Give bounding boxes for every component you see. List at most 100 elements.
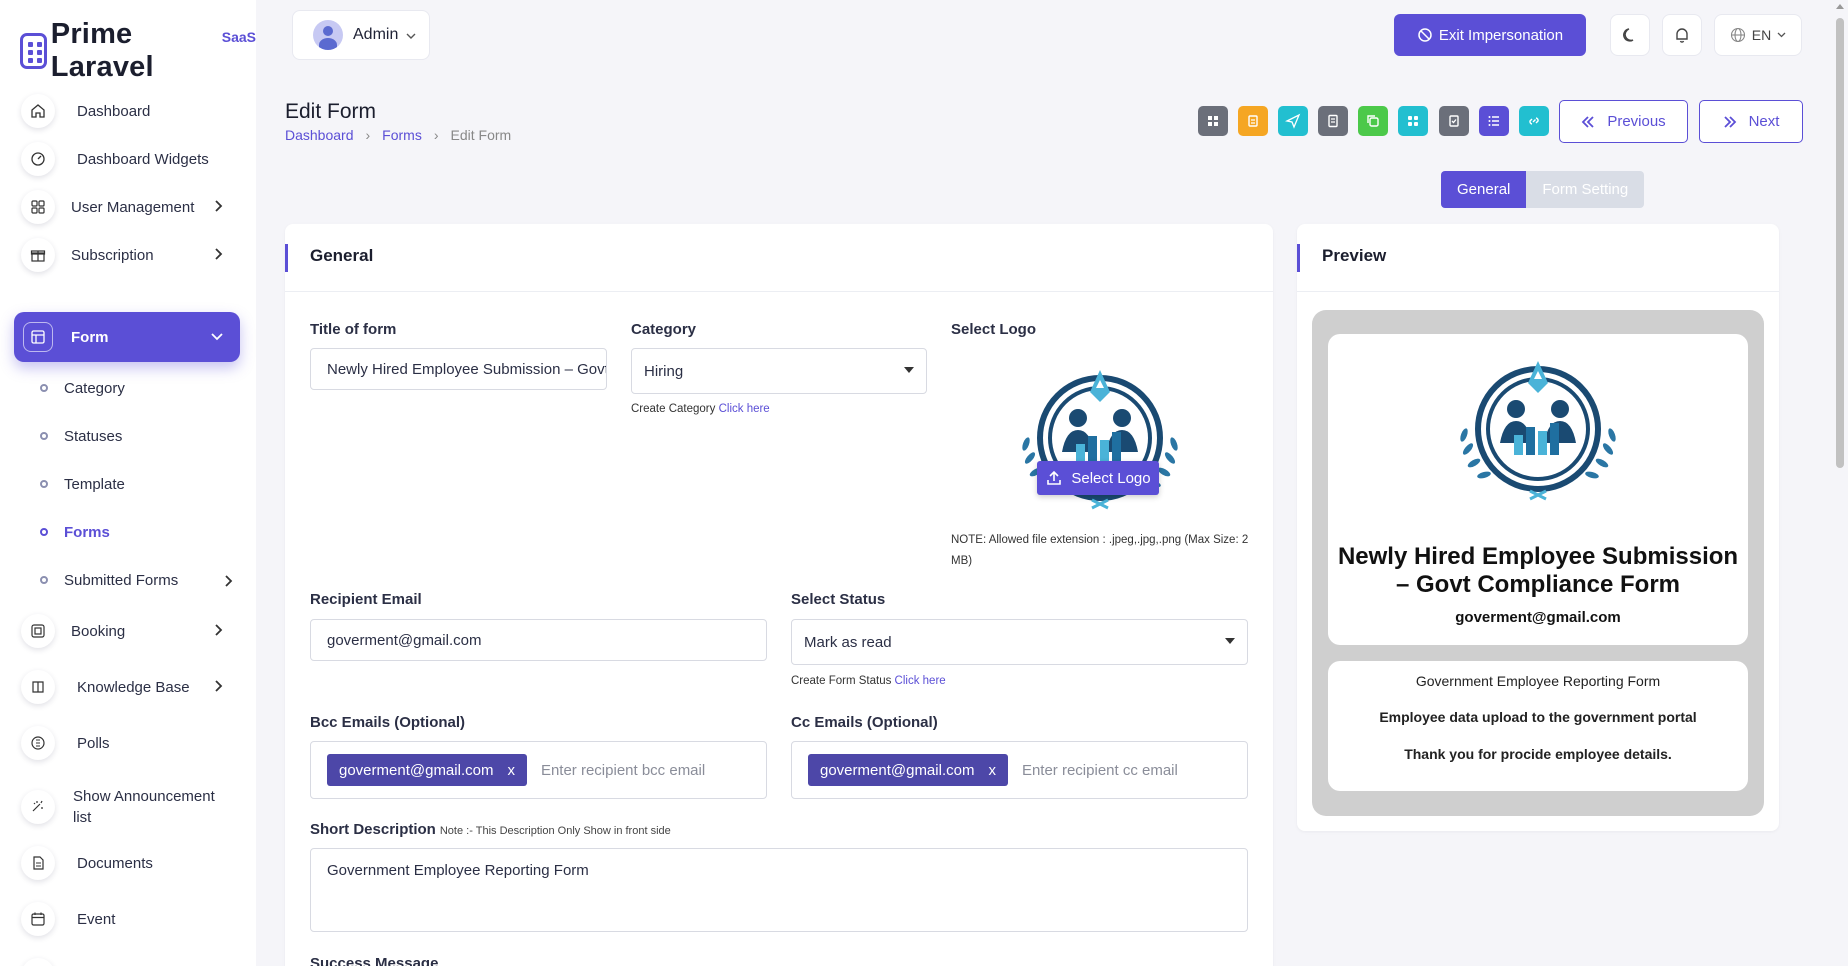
status-select[interactable]: Mark as read bbox=[791, 619, 1248, 665]
preview-logo-image bbox=[1460, 361, 1616, 501]
chevron-right-icon bbox=[214, 199, 224, 217]
sidebar-item-dashboard-widgets[interactable]: Dashboard Widgets bbox=[14, 134, 240, 184]
chevron-right-icon: › bbox=[365, 127, 371, 143]
bullet-icon bbox=[40, 528, 48, 536]
cc-tag[interactable]: goverment@gmail.com x bbox=[808, 754, 1008, 786]
create-status-link[interactable]: Click here bbox=[895, 675, 946, 687]
double-chevron-left-icon bbox=[1582, 115, 1594, 128]
chevron-down-icon bbox=[1777, 32, 1786, 38]
next-button[interactable]: Next bbox=[1699, 100, 1803, 143]
sidebar-subitem-label: Submitted Forms bbox=[64, 571, 179, 589]
copy-icon bbox=[1367, 115, 1379, 127]
breadcrumb-current: Edit Form bbox=[450, 127, 512, 143]
sidebar-item-label: Documents bbox=[77, 854, 153, 872]
previous-label: Previous bbox=[1607, 113, 1666, 130]
sidebar-item-label: Show Announcement list bbox=[73, 788, 215, 826]
settings-tabs: General Form Setting bbox=[1441, 171, 1645, 208]
sidebar-item-subscription[interactable]: Subscription bbox=[14, 230, 240, 280]
sidebar-subitem-submitted-forms[interactable]: Submitted Forms bbox=[40, 566, 240, 594]
tab-general[interactable]: General bbox=[1441, 171, 1527, 208]
sidebar-item-polls[interactable]: Polls bbox=[14, 718, 240, 768]
breadcrumb-forms[interactable]: Forms bbox=[382, 127, 422, 143]
sidebar-item-label: Polls bbox=[77, 734, 110, 752]
breadcrumb-dashboard[interactable]: Dashboard bbox=[285, 127, 354, 143]
toolbar-send-button[interactable] bbox=[1278, 106, 1308, 136]
sidebar-item-dashboard[interactable]: Dashboard bbox=[14, 86, 240, 136]
book-icon bbox=[21, 670, 55, 704]
scroll-up-icon[interactable] bbox=[1836, 4, 1844, 9]
chevron-right-icon bbox=[214, 679, 224, 697]
category-value: Hiring bbox=[644, 362, 684, 380]
sidebar-item-form[interactable]: Form bbox=[14, 312, 240, 362]
sidebar-item-label: Dashboard bbox=[77, 102, 151, 120]
user-menu[interactable]: Admin bbox=[292, 10, 430, 60]
page-scrollbar[interactable] bbox=[1836, 18, 1844, 468]
sidebar-item-booking[interactable]: Booking bbox=[14, 606, 240, 656]
page-title: Edit Form bbox=[285, 100, 377, 123]
toolbar-clipboard-button[interactable] bbox=[1238, 106, 1268, 136]
send-icon bbox=[1285, 113, 1301, 129]
card-title: General bbox=[310, 246, 374, 265]
sidebar-subitem-label: Category bbox=[64, 379, 125, 397]
sidebar-subitem-category[interactable]: Category bbox=[40, 374, 240, 402]
previous-button[interactable]: Previous bbox=[1559, 100, 1688, 143]
sidebar-subitem-label: Forms bbox=[64, 523, 110, 541]
bcc-tag-input[interactable]: goverment@gmail.com x Enter recipient bc… bbox=[310, 741, 767, 799]
language-select[interactable]: EN bbox=[1714, 14, 1802, 56]
double-chevron-right-icon bbox=[1723, 115, 1736, 128]
toolbar-grid-button[interactable] bbox=[1198, 106, 1228, 136]
sidebar-subitem-forms[interactable]: Forms bbox=[40, 518, 240, 546]
card-header: Preview bbox=[1297, 224, 1779, 292]
sidebar-item-more[interactable] bbox=[14, 950, 240, 966]
exit-impersonation-button[interactable]: Exit Impersonation bbox=[1394, 14, 1586, 56]
exit-impersonation-label: Exit Impersonation bbox=[1438, 26, 1564, 44]
remove-tag-icon[interactable]: x bbox=[988, 762, 996, 779]
toolbar-list-button[interactable] bbox=[1479, 106, 1509, 136]
recipient-email-input[interactable]: goverment@gmail.com bbox=[310, 619, 767, 661]
sidebar-item-announcements[interactable]: Show Announcement list bbox=[14, 778, 240, 836]
select-logo-button[interactable]: Select Logo bbox=[1037, 461, 1159, 495]
sidebar-item-label: Knowledge Base bbox=[77, 678, 190, 696]
chevron-down-icon bbox=[210, 329, 224, 346]
sidebar-subitem-template[interactable]: Template bbox=[40, 470, 240, 498]
preview-form-title: Newly Hired Employee Submission – Govt C… bbox=[1337, 543, 1739, 598]
bcc-tag-label: goverment@gmail.com bbox=[339, 761, 494, 779]
calendar-icon bbox=[21, 902, 55, 936]
sidebar-item-label: Form bbox=[71, 328, 109, 346]
toolbar-document-button[interactable] bbox=[1318, 106, 1348, 136]
toolbar-checklist-button[interactable] bbox=[1439, 106, 1469, 136]
sidebar-item-knowledge-base[interactable]: Knowledge Base bbox=[14, 662, 240, 712]
ban-icon bbox=[1418, 28, 1432, 42]
bcc-tag[interactable]: goverment@gmail.com x bbox=[327, 754, 527, 786]
toolbar-apps-button[interactable] bbox=[1398, 106, 1428, 136]
sidebar-item-label: Dashboard Widgets bbox=[77, 150, 209, 168]
create-category-link[interactable]: Click here bbox=[719, 403, 770, 415]
short-description-textarea[interactable]: Government Employee Reporting Form bbox=[310, 848, 1248, 932]
remove-tag-icon[interactable]: x bbox=[507, 762, 515, 779]
bell-icon bbox=[1676, 28, 1688, 43]
sidebar-subitem-label: Template bbox=[64, 475, 125, 493]
cc-tag-input[interactable]: goverment@gmail.com x Enter recipient cc… bbox=[791, 741, 1248, 799]
sidebar-item-user-management[interactable]: User Management bbox=[14, 182, 240, 232]
sidebar-item-documents[interactable]: Documents bbox=[14, 838, 240, 888]
sidebar-item-label: Event bbox=[77, 910, 116, 928]
user-name: Admin bbox=[353, 26, 399, 43]
status-label: Select Status bbox=[791, 591, 886, 608]
sidebar-item-event[interactable]: Event bbox=[14, 894, 240, 944]
category-select[interactable]: Hiring bbox=[631, 348, 927, 394]
title-input[interactable]: Newly Hired Employee Submission – Govt C… bbox=[310, 348, 607, 390]
preview-line: Employee data upload to the government p… bbox=[1379, 709, 1697, 725]
booking-icon bbox=[21, 614, 55, 648]
link-icon bbox=[1529, 117, 1539, 125]
toolbar-copy-button[interactable] bbox=[1358, 106, 1388, 136]
title-label: Title of form bbox=[310, 321, 397, 338]
short-description-note: Note :- This Description Only Show in fr… bbox=[439, 825, 671, 837]
brand[interactable]: Prime Laravel SaaS bbox=[20, 18, 256, 84]
tab-form-setting[interactable]: Form Setting bbox=[1526, 171, 1645, 208]
bullet-icon bbox=[40, 576, 48, 584]
toolbar-link-button[interactable] bbox=[1519, 106, 1549, 136]
sidebar-subitem-statuses[interactable]: Statuses bbox=[40, 422, 240, 450]
preview-email: goverment@gmail.com bbox=[1455, 609, 1621, 626]
notifications-button[interactable] bbox=[1662, 14, 1702, 56]
theme-toggle-button[interactable] bbox=[1610, 14, 1650, 56]
